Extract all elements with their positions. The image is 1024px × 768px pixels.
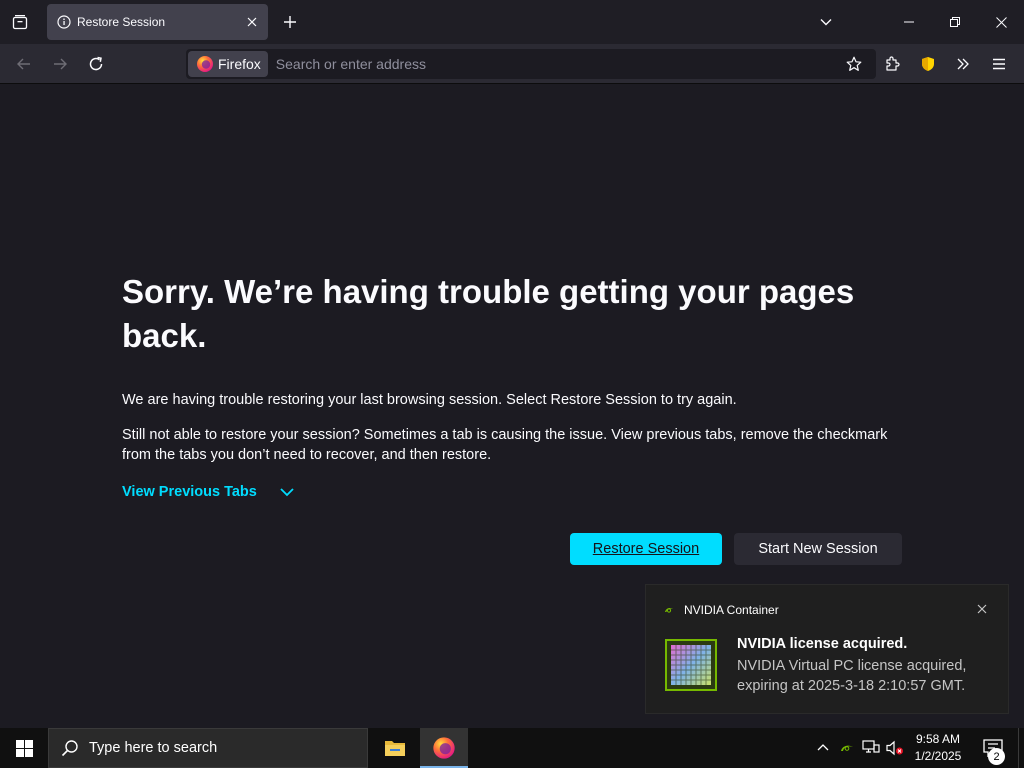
menu-icon — [993, 58, 1005, 70]
plus-icon — [284, 16, 296, 28]
restore-description: We are having trouble restoring your las… — [122, 392, 737, 408]
minimize-button[interactable] — [886, 0, 932, 44]
notification-header: NVIDIA Container — [662, 603, 779, 617]
new-tab-button[interactable] — [276, 8, 304, 36]
windows-icon — [15, 739, 33, 757]
show-hidden-icons-button[interactable] — [811, 736, 835, 760]
start-new-session-button[interactable]: Start New Session — [734, 533, 902, 565]
firefox-icon — [433, 737, 455, 759]
tab-close-button[interactable] — [242, 12, 262, 32]
page-title: Sorry. We’re having trouble getting your… — [122, 273, 855, 354]
file-explorer-icon — [385, 741, 405, 756]
overflow-icon — [957, 58, 969, 70]
identity-box[interactable]: Firefox — [188, 51, 268, 77]
tab-manager-icon — [12, 15, 28, 30]
chevron-down-icon — [820, 19, 832, 26]
firefox-icon — [197, 56, 213, 72]
taskbar-search-box[interactable]: Type here to search — [48, 728, 368, 768]
reload-button[interactable] — [81, 49, 111, 79]
close-icon — [977, 604, 987, 614]
back-icon — [17, 58, 30, 70]
file-explorer-button[interactable] — [371, 728, 419, 768]
restore-icon — [950, 17, 960, 27]
tab-restore-session[interactable]: Restore Session — [47, 4, 268, 40]
url-input-placeholder: Search or enter address — [275, 56, 426, 72]
clock-time: 9:58 AM — [915, 732, 961, 746]
bookmark-star-button[interactable] — [842, 52, 866, 76]
extensions-button[interactable] — [877, 49, 907, 79]
chevron-up-icon — [817, 744, 829, 751]
nvidia-tray-button[interactable] — [835, 736, 859, 760]
tab-manager-button[interactable] — [6, 8, 34, 36]
volume-muted-icon — [886, 740, 903, 756]
start-button[interactable] — [0, 728, 48, 768]
nvidia-icon — [841, 745, 853, 751]
network-icon — [862, 740, 880, 753]
firefox-taskbar-button[interactable] — [420, 728, 468, 768]
close-icon — [995, 16, 1007, 28]
taskbar: Type here to search 9:58 AM 1/2/2025 2 — [0, 728, 1024, 768]
notification-count-badge: 2 — [988, 748, 1005, 765]
taskbar-clock[interactable]: 9:58 AM 1/2/2025 — [904, 731, 972, 765]
restore-button[interactable] — [932, 0, 978, 44]
overflow-menu-button[interactable] — [948, 49, 978, 79]
restore-help-text: Still not able to restore your session? … — [122, 427, 888, 463]
back-button[interactable] — [9, 49, 39, 79]
view-previous-tabs-toggle[interactable]: View Previous Tabs — [122, 484, 295, 500]
identity-label: Firefox — [218, 56, 261, 72]
search-icon — [61, 740, 78, 757]
taskbar-search-placeholder: Type here to search — [89, 740, 218, 756]
app-menu-button[interactable] — [984, 49, 1014, 79]
forward-icon — [54, 58, 67, 70]
close-window-button[interactable] — [978, 0, 1024, 44]
clock-date: 1/2/2025 — [914, 749, 962, 763]
url-bar[interactable]: Firefox Search or enter address — [186, 49, 876, 79]
notification-body: NVIDIA Virtual PC license acquired, expi… — [737, 658, 967, 694]
shield-icon — [922, 57, 934, 71]
forward-button[interactable] — [45, 49, 75, 79]
list-all-tabs-button[interactable] — [812, 8, 840, 36]
extensions-icon — [886, 56, 900, 71]
show-desktop-button[interactable] — [1018, 728, 1024, 768]
close-icon — [247, 17, 257, 27]
notification-close-button[interactable] — [974, 601, 990, 617]
info-icon — [57, 15, 71, 29]
reload-icon — [89, 56, 103, 71]
nvidia-icon — [663, 605, 675, 615]
minimize-icon — [904, 21, 914, 23]
view-previous-tabs-label: View Previous Tabs — [122, 484, 257, 500]
navigation-toolbar: Firefox Search or enter address — [0, 44, 1024, 84]
notification-app-name: NVIDIA Container — [684, 603, 779, 617]
chevron-down-icon — [280, 488, 294, 497]
notification-title: NVIDIA license acquired. — [737, 636, 908, 652]
tab-title: Restore Session — [77, 15, 166, 29]
tab-strip: Restore Session — [0, 0, 1024, 44]
nvidia-notification[interactable]: NVIDIA Container NVIDIA license acquired… — [645, 584, 1009, 714]
star-icon — [846, 56, 862, 71]
shield-extension-button[interactable] — [913, 49, 943, 79]
restore-session-button[interactable]: Restore Session — [570, 533, 722, 565]
gpu-chip-icon — [665, 639, 717, 691]
network-tray-button[interactable] — [859, 736, 883, 760]
